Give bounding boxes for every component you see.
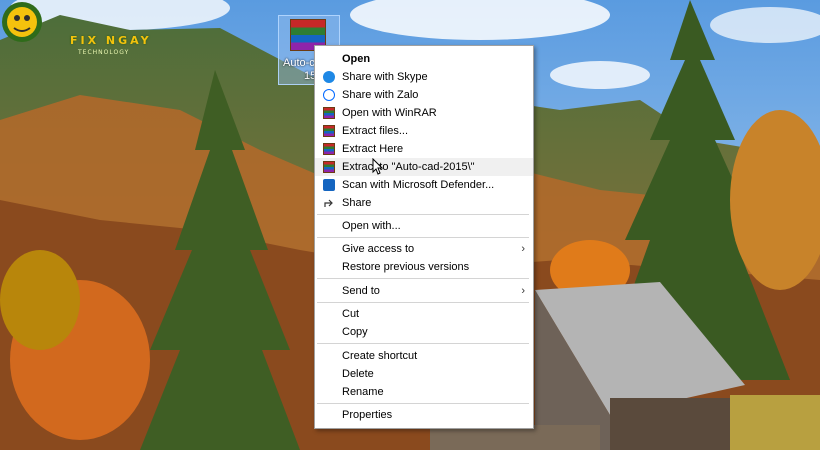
winrar-icon <box>323 107 335 119</box>
menu-separator <box>317 237 529 238</box>
menu-item-scan-defender[interactable]: Scan with Microsoft Defender... <box>315 176 533 194</box>
menu-separator <box>317 214 529 215</box>
menu-separator <box>317 302 529 303</box>
skype-icon <box>323 71 335 83</box>
menu-item-share-skype[interactable]: Share with Skype <box>315 68 533 86</box>
menu-item-extract-here[interactable]: Extract Here <box>315 140 533 158</box>
menu-item-rename[interactable]: Rename <box>315 383 533 401</box>
menu-item-send-to[interactable]: Send to › <box>315 282 533 300</box>
menu-item-cut[interactable]: Cut <box>315 305 533 323</box>
menu-separator <box>317 343 529 344</box>
menu-item-share-zalo[interactable]: Share with Zalo <box>315 86 533 104</box>
logo-tagline: TECHNOLOGY <box>78 49 130 56</box>
menu-item-delete[interactable]: Delete <box>315 365 533 383</box>
logo-brand: FIX NGAY <box>70 34 152 47</box>
winrar-extract-icon <box>323 125 335 137</box>
menu-separator <box>317 403 529 404</box>
menu-item-create-shortcut[interactable]: Create shortcut <box>315 347 533 365</box>
winrar-extract-to-icon <box>323 161 335 173</box>
zalo-icon <box>323 89 335 101</box>
menu-item-restore-versions[interactable]: Restore previous versions <box>315 258 533 276</box>
chevron-right-icon: › <box>521 285 525 297</box>
menu-item-extract-to[interactable]: Extract to "Auto-cad-2015\" <box>315 158 533 176</box>
menu-item-share[interactable]: Share <box>315 194 533 212</box>
context-menu: Open Share with Skype Share with Zalo Op… <box>314 45 534 429</box>
defender-shield-icon <box>323 179 335 191</box>
menu-item-properties[interactable]: Properties <box>315 406 533 424</box>
menu-item-give-access[interactable]: Give access to › <box>315 240 533 258</box>
menu-item-open-winrar[interactable]: Open with WinRAR <box>315 104 533 122</box>
chevron-right-icon: › <box>521 243 525 255</box>
menu-item-copy[interactable]: Copy <box>315 323 533 341</box>
menu-item-open-with[interactable]: Open with... <box>315 217 533 235</box>
mouse-cursor-icon <box>372 158 384 175</box>
share-icon <box>324 199 333 207</box>
winrar-extract-here-icon <box>323 143 335 155</box>
menu-item-extract-files[interactable]: Extract files... <box>315 122 533 140</box>
menu-separator <box>317 278 529 279</box>
menu-item-open[interactable]: Open <box>315 50 533 68</box>
